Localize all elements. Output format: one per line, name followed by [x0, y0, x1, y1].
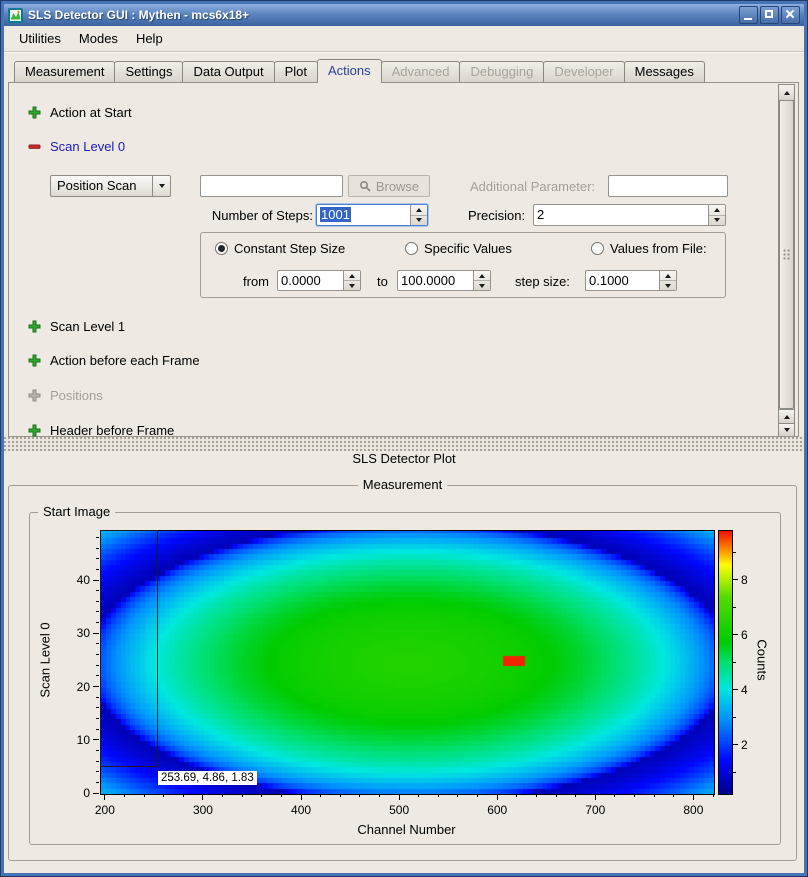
scroll-down-button[interactable] — [779, 423, 794, 436]
title-bar[interactable]: SLS Detector GUI : Mythen - mcs6x18+ — [4, 4, 804, 26]
scan-level-1-row[interactable]: Scan Level 1 — [28, 319, 125, 334]
action-before-frame-label: Action before each Frame — [50, 353, 200, 368]
from-spinbox[interactable]: 0.0000 — [277, 270, 361, 291]
dock-title[interactable]: SLS Detector Plot — [4, 451, 804, 471]
tab-bar: Measurement Settings Data Output Plot Ac… — [14, 60, 704, 82]
minimize-button[interactable] — [739, 6, 758, 24]
window-title: SLS Detector GUI : Mythen - mcs6x18+ — [28, 8, 737, 22]
app-icon — [8, 8, 23, 23]
x-axis-title: Channel Number — [100, 822, 713, 837]
radio-icon — [405, 242, 418, 255]
number-of-steps-label: Number of Steps: — [211, 208, 313, 223]
step-size-spinbox[interactable]: 0.1000 — [585, 270, 677, 291]
tab-actions[interactable]: Actions — [317, 59, 382, 83]
start-image-legend: Start Image — [38, 504, 115, 519]
constant-step-size-radio[interactable]: Constant Step Size — [215, 241, 345, 256]
tab-settings[interactable]: Settings — [114, 61, 183, 82]
colorbar-canvas — [718, 530, 733, 795]
spin-down-button[interactable] — [474, 280, 490, 290]
menu-help[interactable]: Help — [127, 28, 172, 49]
y-axis-title: Scan Level 0 — [38, 622, 53, 697]
zoom-selection-rect — [100, 530, 158, 767]
spin-down-button[interactable] — [709, 215, 725, 226]
menu-separator — [4, 51, 804, 53]
additional-parameter-input[interactable] — [608, 175, 728, 197]
menu-bar: Utilities Modes Help — [4, 26, 804, 50]
spin-down-button[interactable] — [660, 280, 676, 290]
maximize-icon — [765, 10, 773, 18]
from-value: 0.0000 — [278, 271, 343, 290]
precision-spinbox[interactable]: 2 — [533, 204, 726, 226]
values-from-file-radio[interactable]: Values from File: — [591, 241, 707, 256]
scan-level-1-label: Scan Level 1 — [50, 319, 125, 334]
scroll-up-button[interactable] — [779, 409, 794, 423]
browse-label: Browse — [376, 179, 419, 194]
precision-value: 2 — [534, 205, 708, 225]
plus-icon — [28, 424, 41, 437]
splitter-handle[interactable] — [4, 437, 804, 451]
close-button[interactable] — [781, 6, 800, 24]
scroll-up-button[interactable] — [779, 85, 794, 101]
plus-icon — [28, 106, 41, 119]
magnifier-icon — [359, 180, 371, 192]
from-label: from — [243, 274, 269, 289]
step-size-label: step size: — [515, 274, 570, 289]
spin-up-button[interactable] — [709, 205, 725, 215]
heatmap-canvas[interactable] — [100, 530, 715, 795]
scan-mode-combobox[interactable]: Position Scan — [50, 175, 171, 197]
action-before-frame-row[interactable]: Action before each Frame — [28, 353, 200, 368]
plus-icon-disabled — [28, 389, 41, 402]
tab-measurement[interactable]: Measurement — [14, 61, 115, 82]
tab-data-output[interactable]: Data Output — [182, 61, 274, 82]
number-of-steps-spinbox[interactable]: 1001 — [316, 204, 428, 226]
menu-modes[interactable]: Modes — [70, 28, 127, 49]
spin-up-button[interactable] — [344, 271, 360, 280]
tab-developer: Developer — [543, 61, 624, 82]
cursor-tracker-readout: 253.69, 4.86, 1.83 — [158, 771, 257, 785]
to-value: 100.0000 — [398, 271, 473, 290]
minimize-icon — [744, 18, 752, 20]
radio-icon — [591, 242, 604, 255]
positions-row: Positions — [28, 388, 103, 403]
main-window: SLS Detector GUI : Mythen - mcs6x18+ Uti… — [0, 0, 808, 877]
precision-label: Precision: — [468, 208, 525, 223]
browse-button: Browse — [348, 175, 430, 197]
plus-icon — [28, 320, 41, 333]
spin-up-button[interactable] — [660, 271, 676, 280]
additional-parameter-label: Additional Parameter: — [470, 179, 595, 194]
menu-utilities[interactable]: Utilities — [10, 28, 70, 49]
action-at-start-row[interactable]: Action at Start — [28, 105, 132, 120]
tab-plot[interactable]: Plot — [274, 61, 318, 82]
vertical-scrollbar[interactable] — [778, 84, 795, 436]
scan-mode-value: Position Scan — [51, 176, 152, 196]
tab-advanced: Advanced — [381, 61, 461, 82]
plus-icon — [28, 354, 41, 367]
maximize-button[interactable] — [760, 6, 779, 24]
step-size-value: 0.1000 — [586, 271, 659, 290]
number-of-steps-value: 1001 — [320, 207, 351, 222]
scan-level-0-label: Scan Level 0 — [50, 139, 125, 154]
to-spinbox[interactable]: 100.0000 — [397, 270, 491, 291]
minus-icon — [28, 140, 41, 153]
to-label: to — [377, 274, 388, 289]
spin-down-button[interactable] — [411, 215, 427, 226]
tab-debugging: Debugging — [459, 61, 544, 82]
measurement-legend: Measurement — [358, 477, 447, 492]
tab-messages[interactable]: Messages — [624, 61, 705, 82]
header-before-frame-row[interactable]: Header before Frame — [28, 423, 174, 438]
chevron-down-icon — [152, 176, 170, 196]
scan-script-input[interactable] — [200, 175, 343, 197]
scrollbar-thumb[interactable] — [779, 100, 794, 409]
radio-icon — [215, 242, 228, 255]
spin-up-button[interactable] — [411, 205, 427, 215]
spin-up-button[interactable] — [474, 271, 490, 280]
header-before-frame-label: Header before Frame — [50, 423, 174, 438]
positions-label: Positions — [50, 388, 103, 403]
colorbar-title: Counts — [755, 639, 770, 680]
action-at-start-label: Action at Start — [50, 105, 132, 120]
specific-values-radio[interactable]: Specific Values — [405, 241, 512, 256]
scan-level-0-row[interactable]: Scan Level 0 — [28, 139, 125, 154]
spin-down-button[interactable] — [344, 280, 360, 290]
step-size-groupbox: Constant Step Size Specific Values Value… — [200, 232, 726, 298]
